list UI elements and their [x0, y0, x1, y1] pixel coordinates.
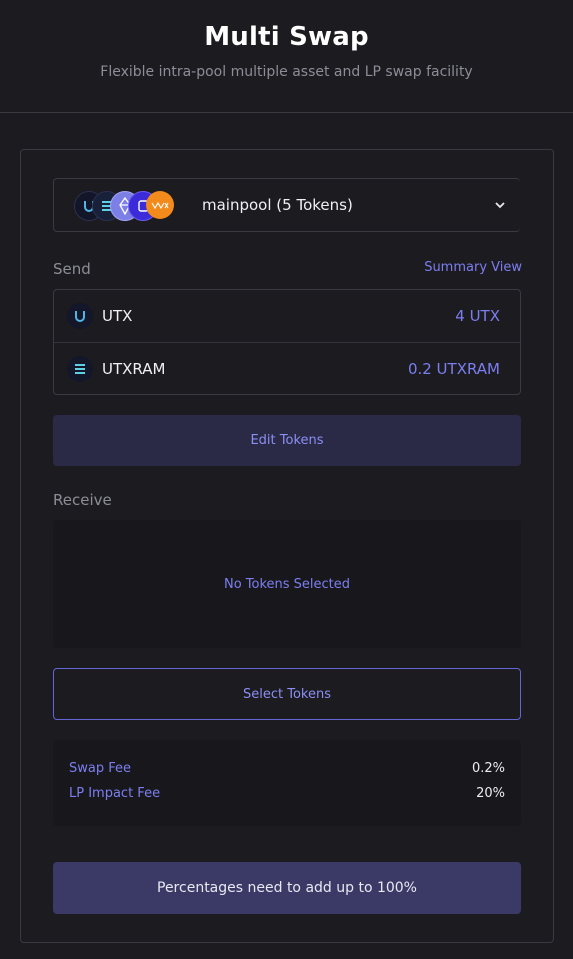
swap-card: mainpool (5 Tokens) Send Summary View UT… [20, 149, 554, 943]
utx-icon [67, 303, 93, 329]
pool-selector[interactable]: mainpool (5 Tokens) [53, 178, 520, 232]
swap-fee-row: Swap Fee 0.2% [69, 761, 505, 776]
pool-token-icons [74, 179, 194, 231]
token-amount: 0.2 UTXRAM [407, 360, 500, 378]
send-label: Send [53, 260, 91, 278]
fee-value: 0.2% [471, 761, 505, 776]
send-token-row[interactable]: UTXRAM 0.2 UTXRAM [54, 342, 520, 395]
pool-label: mainpool (5 Tokens) [202, 196, 353, 214]
receive-label: Receive [53, 491, 112, 509]
select-tokens-button[interactable]: Select Tokens [53, 668, 521, 720]
submit-swap-button[interactable]: Percentages need to add up to 100% [53, 862, 521, 914]
receive-token-list: No Tokens Selected [53, 520, 521, 648]
page-subtitle: Flexible intra-pool multiple asset and L… [100, 64, 473, 80]
orange-token-icon [146, 191, 174, 219]
lp-impact-fee-row: LP Impact Fee 20% [69, 786, 505, 801]
fee-summary: Swap Fee 0.2% LP Impact Fee 20% [53, 740, 521, 826]
edit-tokens-button[interactable]: Edit Tokens [53, 415, 521, 466]
send-token-row[interactable]: UTX 4 UTX [54, 290, 520, 342]
fee-label: LP Impact Fee [69, 786, 161, 801]
send-token-list: UTX 4 UTX UTXRAM 0.2 UTXRAM [53, 289, 521, 395]
token-name: UTX [102, 307, 133, 325]
token-name: UTXRAM [102, 360, 166, 378]
chevron-down-icon[interactable] [494, 196, 506, 215]
fee-value: 20% [476, 786, 505, 801]
fee-label: Swap Fee [69, 761, 131, 776]
page-title: Multi Swap [204, 22, 369, 52]
utxram-icon [67, 356, 93, 382]
token-amount: 4 UTX [455, 307, 500, 325]
summary-view-link[interactable]: Summary View [424, 260, 522, 275]
receive-empty-text: No Tokens Selected [223, 576, 351, 592]
page-header: Multi Swap Flexible intra-pool multiple … [0, 0, 573, 113]
